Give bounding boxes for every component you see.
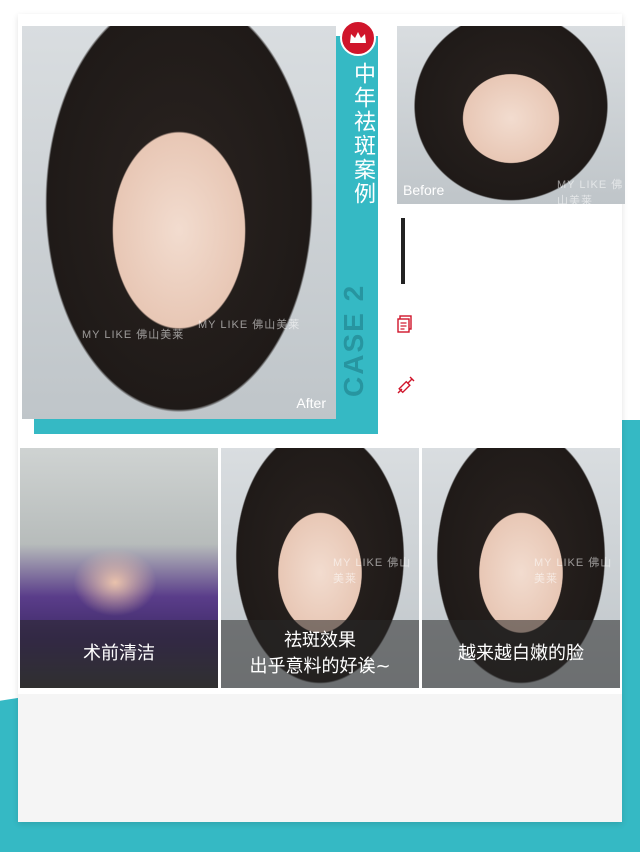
thumbnail-caption: 越来越白嫩的脸 bbox=[422, 620, 620, 688]
background-accent-right bbox=[622, 420, 640, 720]
watermark: MY LIKE 佛山美莱 bbox=[557, 179, 624, 204]
thumbnail-pre-cleaning: 术前清洁 bbox=[20, 448, 218, 688]
title-ribbon: 中年祛斑案例 CASE 2 bbox=[336, 40, 376, 418]
case-title: 中年祛斑案例 bbox=[350, 62, 375, 206]
thumbnail-caption: 术前清洁 bbox=[20, 620, 218, 688]
divider-bar bbox=[401, 218, 405, 284]
before-photo: MY LIKE 佛山美莱 Before bbox=[397, 26, 625, 204]
case-number: CASE 2 bbox=[338, 283, 369, 397]
thumbnail-whiter-face: MY LIKE 佛山美莱 越来越白嫩的脸 bbox=[422, 448, 620, 688]
caption-line: 出乎意料的好诶~ bbox=[249, 656, 391, 677]
thumbnail-caption: 祛斑效果 出乎意料的好诶~ bbox=[221, 620, 419, 688]
caption-line: 祛斑效果 bbox=[284, 630, 356, 651]
watermark: MY LIKE 佛山美莱 bbox=[534, 557, 613, 585]
caption-line: 术前清洁 bbox=[83, 643, 155, 664]
watermark: MY LIKE 佛山美莱 bbox=[198, 319, 301, 331]
watermark: MY LIKE 佛山美莱 bbox=[82, 329, 185, 341]
watermark: MY LIKE 佛山美莱 bbox=[333, 557, 412, 585]
before-label: Before bbox=[403, 182, 445, 198]
thumbnail-result: MY LIKE 佛山美莱 祛斑效果 出乎意料的好诶~ bbox=[221, 448, 419, 688]
syringe-icon bbox=[397, 376, 415, 394]
after-photo: MY LIKE 佛山美莱 MY LIKE 佛山美莱 After bbox=[22, 26, 336, 419]
document-icon bbox=[397, 315, 413, 333]
caption-line: 越来越白嫩的脸 bbox=[458, 643, 584, 664]
after-label: After bbox=[296, 395, 326, 411]
crown-icon bbox=[340, 20, 376, 56]
